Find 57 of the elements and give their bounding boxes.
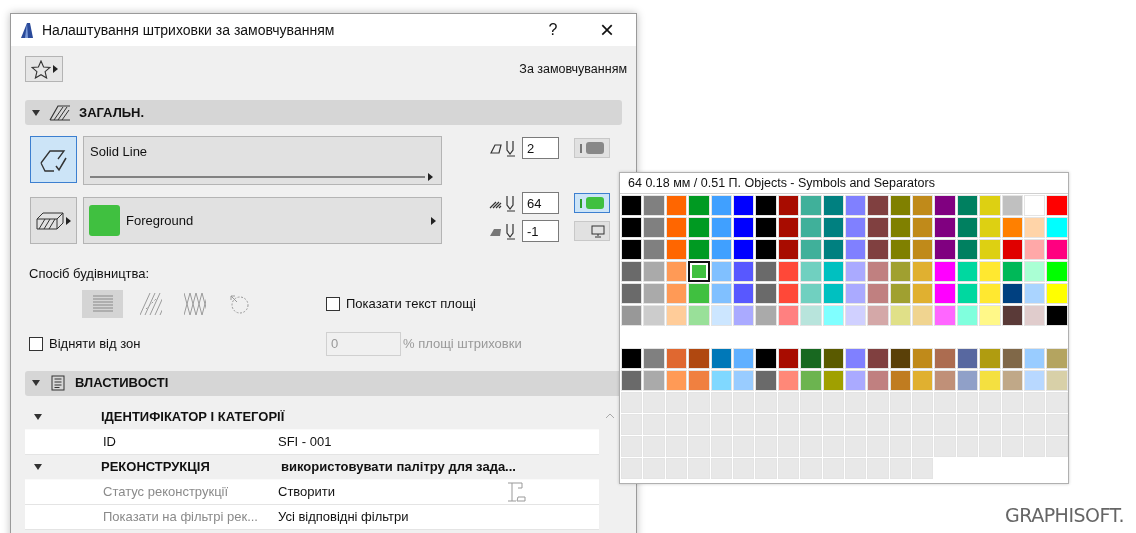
pen-number-field[interactable]: 2 (522, 137, 559, 159)
help-button[interactable]: ? (538, 18, 568, 42)
close-button[interactable]: × (590, 18, 624, 42)
line-type-button[interactable] (30, 136, 77, 183)
favorites-button[interactable] (25, 56, 63, 82)
section-title: ЗАГАЛЬН. (79, 103, 145, 122)
caret-icon (52, 65, 58, 73)
checkbox-label: Відняти від зон (49, 334, 141, 353)
fill-dropdown[interactable]: Foreground (83, 197, 442, 244)
area-percent-label: % площі штриховки (403, 334, 522, 353)
group-name: РЕКОНСТРУКЦІЯ (101, 457, 211, 476)
pen-number-field[interactable]: -1 (522, 220, 559, 242)
favorite-name: За замовчуванням (519, 60, 627, 78)
rotated-hatch-icon (227, 292, 250, 315)
pen-number-field[interactable]: 64 (522, 192, 559, 214)
property-value: Усі відповідні фільтри (278, 507, 410, 526)
display-button[interactable] (574, 221, 610, 241)
solid-lines-icon (91, 293, 114, 314)
star-icon (30, 59, 51, 79)
section-header[interactable]: ЗАГАЛЬН. (25, 100, 622, 125)
pen-toggle-button[interactable] (574, 138, 610, 158)
fill-icon (49, 104, 71, 121)
window-title: Налаштування штриховки за замовчуванням (42, 20, 336, 40)
collapse-arrow-icon[interactable] (31, 108, 41, 117)
fill-type-button[interactable] (30, 197, 77, 244)
construction-label: Спосіб будівництва: (28, 265, 151, 283)
monitor-icon (591, 224, 605, 238)
checkbox-label: Показати текст площі (346, 294, 476, 313)
app-logo-icon (20, 22, 34, 38)
property-name: ID (103, 432, 117, 451)
section-title: ВЛАСТИВОСТІ (75, 374, 169, 393)
hatch-icon (139, 292, 162, 315)
palette-header: 64 0.18 мм / 0.51 П. Objects - Symbols and Separators (620, 173, 1068, 194)
hatched-block-icon (36, 211, 64, 230)
property-value: SFI - 001 (278, 432, 333, 451)
property-name: Статус реконструкції (103, 482, 230, 501)
checkbox[interactable] (326, 296, 340, 311)
property-value: Створити (278, 482, 337, 501)
crosshatch-icon (183, 292, 206, 315)
property-name: Показати на фільтрі рек... (103, 507, 259, 526)
collapse-arrow-icon[interactable] (33, 462, 43, 471)
collapse-arrow-icon[interactable] (33, 412, 43, 421)
group-value: використовувати палітру для зада... (281, 457, 516, 476)
scroll-up-icon[interactable] (605, 412, 615, 419)
caret-icon (66, 216, 71, 225)
pen-toggle-button[interactable] (574, 193, 610, 213)
property-row[interactable]: ID SFI - 001 (25, 429, 599, 455)
collapse-arrow-icon[interactable] (31, 379, 41, 387)
caret-icon (431, 216, 436, 225)
construction-method-button[interactable] (82, 289, 123, 318)
brand-logo: GRAPHISOFT. (1005, 502, 1124, 528)
color-swatch[interactable] (688, 261, 710, 282)
line-type-dropdown[interactable]: Solid Line (83, 136, 442, 185)
document-icon (51, 375, 65, 391)
caret-icon (428, 172, 433, 181)
section-header[interactable]: ВЛАСТИВОСТІ (25, 370, 622, 396)
checkbox[interactable] (29, 336, 43, 351)
